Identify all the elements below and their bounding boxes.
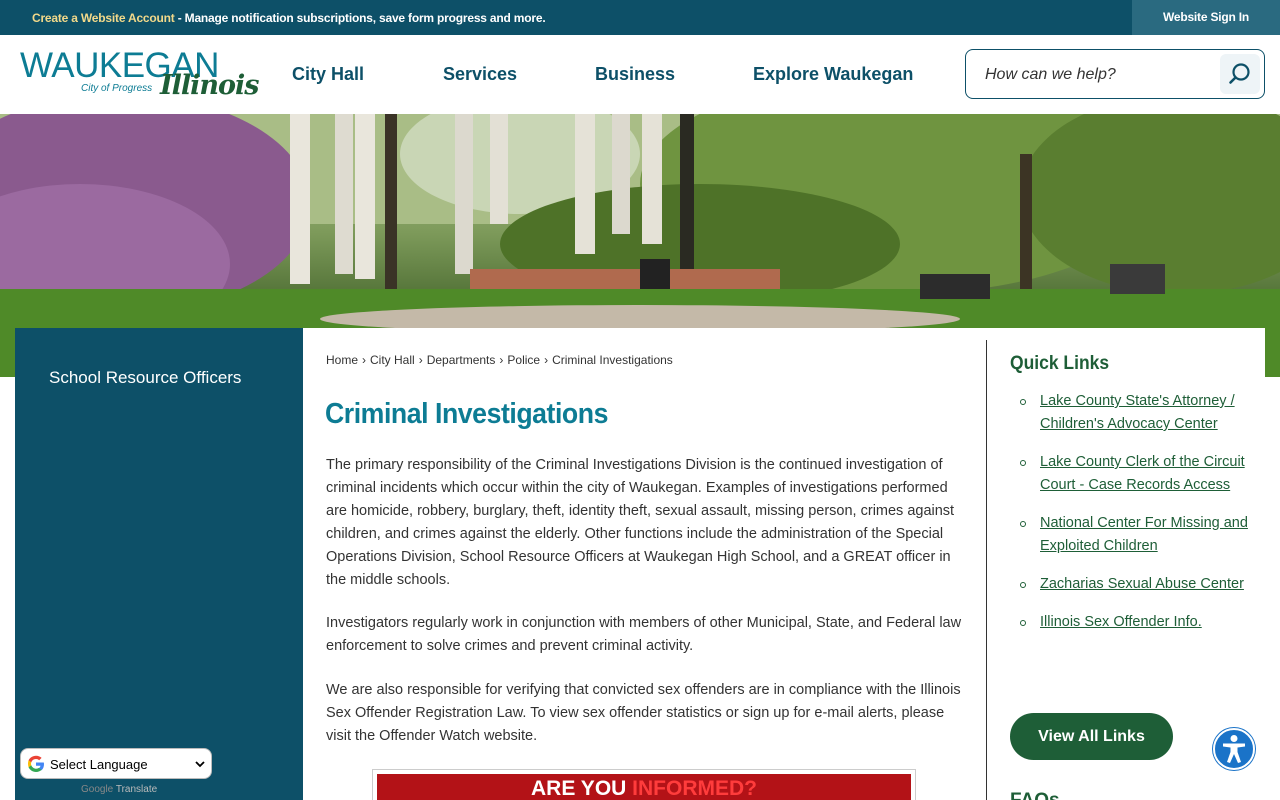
breadcrumb-departments[interactable]: Departments	[427, 353, 496, 367]
breadcrumb-separator: ›	[418, 353, 423, 367]
quick-link-missing-children[interactable]: National Center For Missing and Exploite…	[1040, 515, 1248, 554]
nav-city-hall[interactable]: City Hall	[292, 35, 364, 114]
powered-translate: Translate	[115, 784, 158, 795]
promo-text: - Manage notification subscriptions, sav…	[174, 11, 546, 25]
list-item: National Center For Missing and Exploite…	[1018, 512, 1248, 558]
quick-link-circuit-court-clerk[interactable]: Lake County Clerk of the Circuit Court -…	[1040, 454, 1245, 493]
offender-watch-banner[interactable]: ARE YOU INFORMED?	[372, 769, 916, 800]
breadcrumb-separator: ›	[544, 353, 549, 367]
search-icon	[1229, 63, 1250, 84]
quick-links-list: Lake County State's Attorney / Children'…	[1018, 390, 1248, 649]
language-select[interactable]: Select Language	[20, 748, 212, 779]
view-all-links-button[interactable]: View All Links	[1010, 713, 1173, 760]
accessibility-button[interactable]	[1213, 728, 1255, 770]
website-sign-in-button[interactable]: Website Sign In	[1132, 0, 1280, 35]
list-item: Lake County State's Attorney / Children'…	[1018, 390, 1248, 436]
site-header: WAUKEGAN City of Progress Illinois City …	[0, 35, 1280, 114]
powered-by-google: Google Translate	[81, 784, 157, 795]
page-title: Criminal Investigations	[325, 398, 608, 430]
list-item: Illinois Sex Offender Info.	[1018, 611, 1248, 634]
breadcrumb-city-hall[interactable]: City Hall	[370, 353, 415, 367]
breadcrumb-separator: ›	[362, 353, 367, 367]
breadcrumb-separator: ›	[499, 353, 504, 367]
account-promo: Create a Website Account - Manage notifi…	[32, 11, 546, 25]
nav-explore-waukegan[interactable]: Explore Waukegan	[753, 35, 913, 114]
sidebar-item-school-resource-officers[interactable]: School Resource Officers	[49, 368, 241, 388]
breadcrumb-home[interactable]: Home	[326, 353, 358, 367]
paragraph-sex-offender: We are also responsible for verifying th…	[326, 682, 961, 744]
breadcrumb: Home › City Hall › Departments › Police › Crimin…	[326, 353, 673, 367]
main-content: Home › City Hall › Departments › Police › Crimin…	[303, 328, 1265, 800]
paragraph-collaboration: Investigators regularly work in conjunct…	[326, 615, 962, 654]
banner-graphic: ARE YOU INFORMED?	[377, 774, 911, 800]
accessibility-icon	[1223, 735, 1245, 763]
quick-link-states-attorney[interactable]: Lake County State's Attorney / Children'…	[1040, 393, 1235, 432]
faqs-heading: FAQs	[1010, 790, 1060, 800]
quick-links-title: Quick Links	[1010, 353, 1110, 374]
logo-state: Illinois	[160, 70, 259, 101]
chevron-down-icon	[195, 761, 205, 768]
banner-text: ARE YOU	[531, 777, 633, 800]
waukegan-logo[interactable]: WAUKEGAN City of Progress Illinois	[20, 48, 259, 104]
sidebar: School Resource Officers	[15, 328, 303, 800]
top-bar: Create a Website Account - Manage notifi…	[0, 0, 1280, 35]
search-input[interactable]	[985, 63, 1215, 87]
quick-link-zacharias-center[interactable]: Zacharias Sexual Abuse Center	[1040, 576, 1244, 592]
breadcrumb-police[interactable]: Police	[507, 353, 540, 367]
paragraph-intro: The primary responsibility of the Crimin…	[326, 457, 955, 588]
logo-tagline: City of Progress	[81, 83, 153, 94]
breadcrumb-current: Criminal Investigations	[552, 353, 673, 367]
list-item: Lake County Clerk of the Circuit Court -…	[1018, 451, 1248, 497]
column-divider	[986, 340, 987, 800]
language-select-label: Select Language	[50, 757, 148, 772]
search-box	[965, 49, 1265, 99]
nav-business[interactable]: Business	[595, 35, 675, 114]
create-account-link[interactable]: Create a Website Account	[32, 11, 175, 25]
banner-text-accent: INFORMED?	[632, 777, 757, 800]
nav-services[interactable]: Services	[443, 35, 517, 114]
quick-link-sex-offender-info[interactable]: Illinois Sex Offender Info.	[1040, 614, 1202, 630]
google-g-icon	[28, 755, 44, 772]
search-button[interactable]	[1220, 54, 1260, 94]
list-item: Zacharias Sexual Abuse Center	[1018, 573, 1248, 596]
powered-google: Google	[81, 784, 114, 795]
